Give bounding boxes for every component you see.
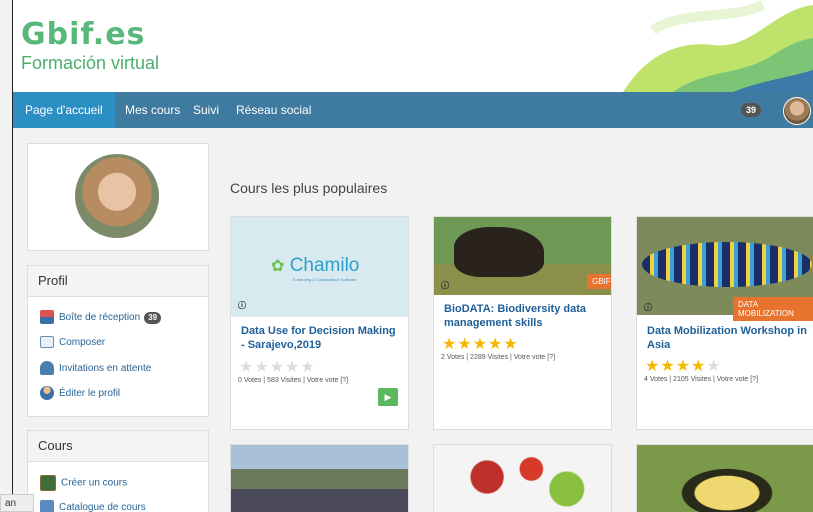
course-card-image[interactable] bbox=[434, 217, 611, 295]
menu-edit-profile-label: Éditer le profil bbox=[59, 388, 121, 399]
rating-stars[interactable]: ★★★★★ bbox=[239, 357, 316, 377]
menu-course-catalog[interactable]: Catalogue de cours bbox=[40, 500, 146, 512]
rating-stars[interactable]: ★★★★★ bbox=[645, 356, 722, 376]
user-edit-icon bbox=[40, 386, 54, 401]
main-navbar: Page d'accueil Mes cours Suivi Réseau so… bbox=[13, 92, 813, 128]
menu-invitations[interactable]: Invitations en attente bbox=[40, 361, 151, 377]
menu-edit-profile[interactable]: Éditer le profil bbox=[40, 386, 120, 402]
logo-main-text: Gbif.es bbox=[21, 17, 146, 52]
chamilo-logo-text: Chamilo bbox=[289, 255, 360, 276]
menu-course-catalog-label: Catalogue de cours bbox=[59, 502, 146, 512]
course-card-image[interactable] bbox=[231, 445, 408, 512]
profile-panel: Profil Boîte de réception 39 Composer Inv… bbox=[27, 265, 209, 417]
catalog-icon bbox=[40, 500, 54, 512]
site-header: Gbif.es Formación virtual bbox=[13, 0, 813, 92]
chamilo-logo: ✿ Chamilo bbox=[271, 255, 360, 276]
rating-stars[interactable]: ★★★★★ bbox=[442, 334, 519, 354]
course-card[interactable] bbox=[230, 444, 409, 512]
courses-panel-title: Cours bbox=[28, 431, 208, 462]
course-card[interactable] bbox=[433, 444, 612, 512]
notification-badge[interactable]: 39 bbox=[741, 103, 762, 117]
menu-inbox[interactable]: Boîte de réception 39 bbox=[40, 310, 162, 326]
inbox-icon bbox=[40, 310, 54, 325]
course-category-tag: DATA MOBILIZATION bbox=[733, 297, 813, 321]
profile-panel-title: Profil bbox=[28, 266, 208, 297]
bison-figure bbox=[454, 227, 544, 277]
courses-panel: Cours Créer un cours Catalogue de cours bbox=[27, 430, 209, 512]
info-icon[interactable]: ⓘ bbox=[441, 280, 449, 291]
menu-create-course-label: Créer un cours bbox=[61, 477, 128, 489]
course-title[interactable]: Data Use for Decision Making - Sarajevo,… bbox=[241, 324, 401, 352]
header-decoration bbox=[623, 0, 813, 92]
course-card-image[interactable]: ✿ Chamilo E-learning & Collaboration Sof… bbox=[231, 217, 408, 317]
section-title: Cours les plus populaires bbox=[230, 180, 388, 196]
user-avatar[interactable] bbox=[783, 97, 811, 125]
nav-home[interactable]: Page d'accueil bbox=[13, 92, 115, 128]
nav-social[interactable]: Réseau social bbox=[224, 92, 323, 128]
nudibranch-figure bbox=[642, 242, 812, 287]
menu-invitations-label: Invitations en attente bbox=[59, 363, 152, 374]
info-icon[interactable]: ⓘ bbox=[644, 302, 652, 313]
course-card[interactable]: DATA MOBILIZATION ⓘ Data Mobilization Wo… bbox=[636, 216, 813, 430]
menu-compose[interactable]: Composer bbox=[40, 335, 105, 351]
enter-course-button[interactable]: ▶ bbox=[378, 388, 398, 406]
create-course-icon bbox=[40, 475, 56, 491]
profile-avatar[interactable] bbox=[75, 154, 159, 238]
course-title[interactable]: BioDATA: Biodiversity data management sk… bbox=[444, 302, 604, 330]
course-card-image[interactable] bbox=[637, 445, 813, 512]
language-selector[interactable]: an bbox=[0, 494, 34, 512]
course-card[interactable] bbox=[636, 444, 813, 512]
menu-create-course[interactable]: Créer un cours bbox=[40, 475, 127, 491]
course-category-tag: GBIF bbox=[587, 274, 611, 289]
avatar-panel bbox=[27, 143, 209, 251]
menu-inbox-label: Boîte de réception bbox=[59, 312, 141, 323]
course-title[interactable]: Data Mobilization Workshop in Asia bbox=[647, 324, 812, 352]
course-stats: 2 Votes | 2289 Visites | Votre vote [?] bbox=[441, 354, 556, 361]
site-logo[interactable]: Gbif.es Formación virtual bbox=[21, 20, 159, 74]
course-stats: 0 Votes | 583 Visites | Votre vote [?] bbox=[238, 377, 349, 384]
menu-compose-label: Composer bbox=[59, 337, 106, 348]
invitation-icon bbox=[40, 361, 54, 376]
chamilo-tagline: E-learning & Collaboration Software bbox=[293, 277, 357, 282]
envelope-icon bbox=[40, 336, 54, 349]
logo-subtitle: Formación virtual bbox=[21, 53, 160, 73]
course-card[interactable]: GBIF ⓘ BioDATA: Biodiversity data manage… bbox=[433, 216, 612, 430]
course-card-image[interactable] bbox=[434, 445, 611, 512]
info-icon[interactable]: ⓘ bbox=[238, 300, 246, 311]
course-card[interactable]: ✿ Chamilo E-learning & Collaboration Sof… bbox=[230, 216, 409, 430]
course-stats: 4 Votes | 2105 Visites | Votre vote [?] bbox=[644, 376, 759, 383]
inbox-badge: 39 bbox=[144, 312, 162, 324]
